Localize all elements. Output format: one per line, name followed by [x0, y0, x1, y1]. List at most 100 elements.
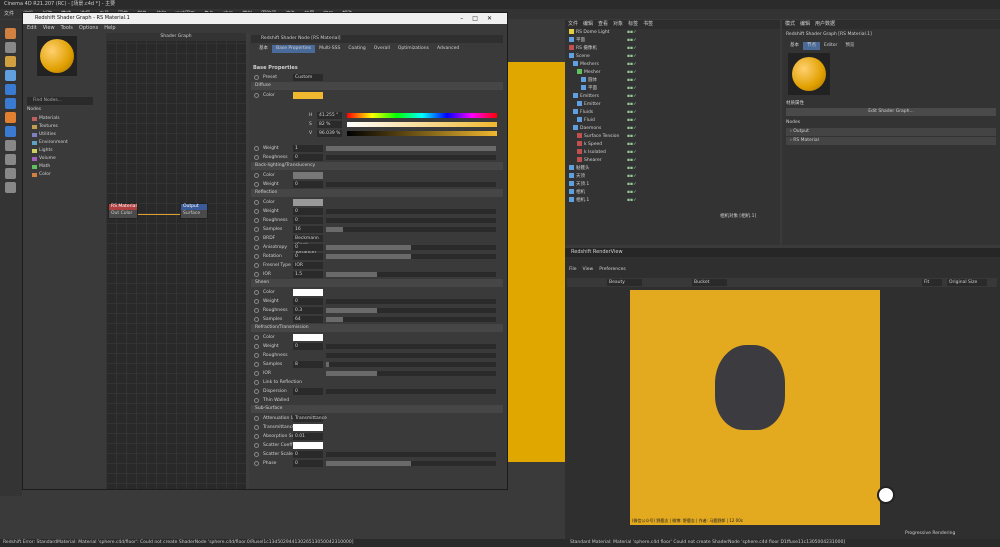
keyframe-dot-icon[interactable] — [254, 389, 259, 394]
object-row[interactable]: Mesher ▪▪✓ — [565, 69, 780, 77]
hsv-value[interactable]: 82 % — [317, 121, 342, 128]
keyframe-dot-icon[interactable] — [254, 263, 259, 268]
tool-icon[interactable] — [5, 28, 16, 39]
property-slider[interactable] — [326, 227, 496, 232]
om-menu-item[interactable]: 标签 — [628, 21, 638, 27]
tool-icon[interactable] — [5, 70, 16, 81]
keyframe-dot-icon[interactable] — [254, 218, 259, 223]
attr-menu-item[interactable]: 用户数据 — [815, 21, 835, 27]
fit-select[interactable]: Fit — [922, 279, 942, 286]
object-visibility-icon[interactable]: ▪▪✓ — [627, 197, 637, 205]
attr-tab[interactable]: 基本 — [786, 42, 803, 50]
keyframe-dot-icon[interactable] — [254, 452, 259, 457]
property-slider[interactable] — [326, 146, 496, 151]
object-row[interactable]: 骷髅头 ▪▪✓ — [565, 165, 780, 173]
property-slider[interactable] — [326, 308, 496, 313]
object-row[interactable]: Scene ▪▪✓ — [565, 53, 780, 61]
color-swatch[interactable] — [293, 199, 323, 206]
property-slider[interactable] — [326, 182, 496, 187]
tool-icon[interactable] — [5, 154, 16, 165]
keyframe-dot-icon[interactable] — [254, 245, 259, 250]
keyframe-dot-icon[interactable] — [254, 398, 259, 403]
menu-item[interactable]: Options — [79, 25, 98, 31]
keyframe-dot-icon[interactable] — [254, 380, 259, 385]
color-picker[interactable]: H 41.255 ° S 82 % V 96.039 % — [309, 100, 499, 138]
keyframe-dot-icon[interactable] — [254, 75, 259, 80]
section-header[interactable]: Reflection — [251, 189, 503, 197]
object-visibility-icon[interactable]: ▪▪✓ — [627, 101, 637, 109]
keyframe-dot-icon[interactable] — [254, 425, 259, 430]
object-row[interactable]: RS 摄像机 ▪▪✓ — [565, 45, 780, 53]
hsv-row[interactable]: H 41.255 ° — [309, 112, 499, 119]
keyframe-dot-icon[interactable] — [254, 173, 259, 178]
color-swatch[interactable] — [293, 424, 323, 431]
tool-icon[interactable] — [5, 42, 16, 53]
surface-port[interactable]: Surface — [181, 210, 207, 218]
category-item[interactable]: Textures — [27, 123, 97, 131]
object-row[interactable]: Fluids ▪▪✓ — [565, 109, 780, 117]
property-slider[interactable] — [326, 452, 496, 457]
color-swatch[interactable] — [293, 334, 323, 341]
object-row[interactable]: Emitters ▪▪✓ — [565, 93, 780, 101]
property-slider[interactable] — [326, 344, 496, 349]
object-visibility-icon[interactable]: ▪▪✓ — [627, 189, 637, 197]
render-menu-item[interactable]: File — [569, 267, 577, 272]
object-visibility-icon[interactable]: ▪▪✓ — [627, 181, 637, 189]
property-slider[interactable] — [326, 299, 496, 304]
property-slider[interactable] — [326, 362, 496, 367]
props-tab[interactable]: Optimizations — [394, 45, 433, 53]
props-tab[interactable]: Base Properties — [272, 45, 316, 53]
property-value-field[interactable]: 0.3 — [293, 307, 323, 314]
section-header[interactable]: Sub-Surface — [251, 405, 503, 413]
object-row[interactable]: Meshers ▪▪✓ — [565, 61, 780, 69]
object-row[interactable]: Emitter ▪▪✓ — [565, 101, 780, 109]
keyframe-dot-icon[interactable] — [254, 416, 259, 421]
property-value-field[interactable]: 1 — [293, 145, 323, 152]
keyframe-dot-icon[interactable] — [254, 182, 259, 187]
keyframe-dot-icon[interactable] — [254, 317, 259, 322]
object-visibility-icon[interactable]: ▪▪✓ — [627, 109, 637, 117]
category-item[interactable]: Materials — [27, 115, 97, 123]
property-value-field[interactable]: 0 — [293, 244, 323, 251]
object-visibility-icon[interactable]: ▪▪✓ — [627, 125, 637, 133]
menu-item[interactable]: Edit — [27, 25, 37, 31]
color-swatch[interactable] — [293, 289, 323, 296]
object-row[interactable]: 天顶 ▪▪✓ — [565, 173, 780, 181]
property-value-field[interactable]: 0 — [293, 181, 323, 188]
keyframe-dot-icon[interactable] — [254, 236, 259, 241]
keyframe-dot-icon[interactable] — [254, 461, 259, 466]
object-row[interactable]: Shearer ▪▪✓ — [565, 157, 780, 165]
object-visibility-icon[interactable]: ▪▪✓ — [627, 61, 637, 69]
menu-item[interactable]: Help — [104, 25, 115, 31]
property-slider[interactable] — [326, 272, 496, 277]
output-node[interactable]: Output Surface — [180, 203, 208, 219]
keyframe-dot-icon[interactable] — [254, 371, 259, 376]
object-row[interactable]: 相机 ▪▪✓ — [565, 189, 780, 197]
keyframe-dot-icon[interactable] — [254, 362, 259, 367]
tool-icon[interactable] — [5, 140, 16, 151]
property-value-field[interactable]: IOR — [293, 262, 323, 269]
keyframe-dot-icon[interactable] — [254, 200, 259, 205]
out-color-port[interactable]: Out Color — [109, 210, 137, 218]
property-value-field[interactable]: 8 — [293, 361, 323, 368]
object-visibility-icon[interactable]: ▪▪✓ — [627, 69, 637, 77]
object-visibility-icon[interactable]: ▪▪✓ — [627, 157, 637, 165]
section-header[interactable]: Back-lighting/Translucency — [251, 162, 503, 170]
property-value-field[interactable]: 0 — [293, 343, 323, 350]
object-visibility-icon[interactable]: ▪▪✓ — [627, 133, 637, 141]
section-header[interactable]: Diffuse — [251, 82, 503, 90]
camera-select[interactable]: Beauty — [607, 279, 642, 286]
props-tab[interactable]: Multi-SSS — [315, 45, 344, 53]
props-tab[interactable]: Advanced — [433, 45, 463, 53]
object-row[interactable]: 平面 ▪▪✓ — [565, 85, 780, 93]
category-item[interactable]: Volume — [27, 155, 97, 163]
attr-menu-item[interactable]: 编辑 — [800, 21, 810, 27]
section-header[interactable]: Sheen — [251, 279, 503, 287]
keyframe-dot-icon[interactable] — [254, 209, 259, 214]
minimize-icon[interactable]: – — [460, 15, 472, 22]
keyframe-dot-icon[interactable] — [254, 443, 259, 448]
property-slider[interactable] — [326, 155, 496, 160]
om-menu-item[interactable]: 书签 — [643, 21, 653, 27]
category-item[interactable]: Color — [27, 171, 97, 179]
keyframe-dot-icon[interactable] — [254, 155, 259, 160]
